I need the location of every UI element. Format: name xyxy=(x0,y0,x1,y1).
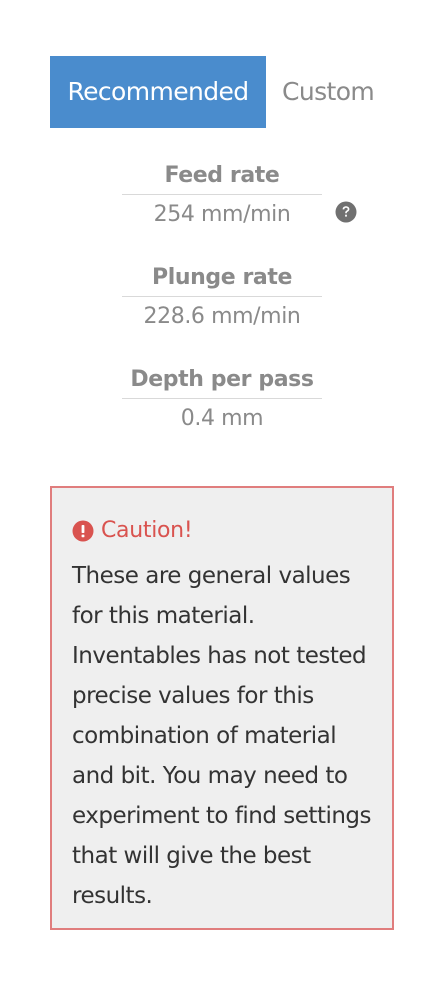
plunge-rate-value: 228.6 mm/min xyxy=(143,304,301,329)
exclamation-circle-icon xyxy=(72,520,94,542)
feed-rate-value: 254 mm/min xyxy=(153,202,291,227)
tab-recommended[interactable]: Recommended xyxy=(50,56,266,128)
feed-rate-field: Feed rate 254 mm/min xyxy=(122,158,322,235)
plunge-rate-field: Plunge rate 228.6 mm/min xyxy=(122,260,322,337)
settings-tabs: Recommended Custom xyxy=(50,56,390,128)
caution-header: Caution! xyxy=(72,516,378,546)
depth-per-pass-label: Depth per pass xyxy=(130,367,314,392)
caution-box: Caution! These are general values for th… xyxy=(50,486,394,930)
caution-message: These are general values for this materi… xyxy=(72,563,372,909)
plunge-rate-label: Plunge rate xyxy=(151,265,293,290)
caution-title: Caution! xyxy=(101,518,193,543)
help-icon[interactable] xyxy=(335,201,357,223)
depth-per-pass-field: Depth per pass 0.4 mm xyxy=(122,362,322,439)
depth-per-pass-value: 0.4 mm xyxy=(180,406,264,431)
tab-custom[interactable]: Custom xyxy=(266,56,390,128)
feed-rate-label: Feed rate xyxy=(164,163,280,188)
